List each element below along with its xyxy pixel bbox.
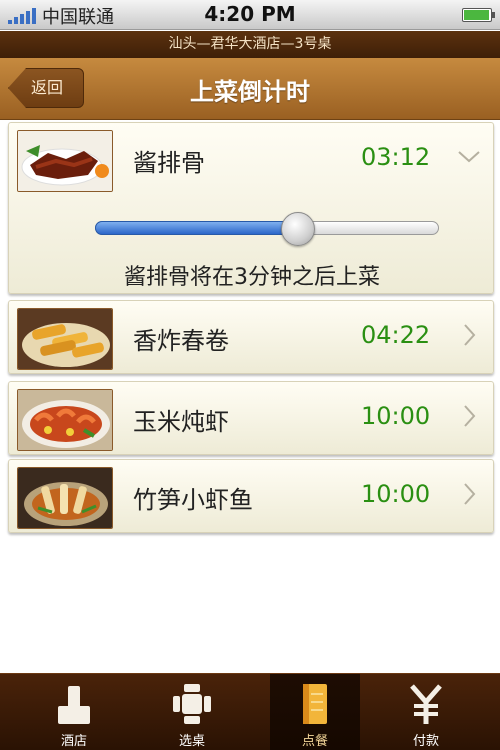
dish-item-expanded[interactable]: 酱排骨 03:12 酱排骨将在3分钟之后上菜	[8, 122, 494, 294]
tab-table[interactable]: 选桌	[147, 674, 237, 750]
nav-bar: 返回 上菜倒计时	[0, 58, 500, 120]
dish-item[interactable]: 玉米炖虾 10:00	[8, 381, 494, 455]
location-label: 汕头—君华大酒店—3号桌	[0, 31, 500, 58]
dish-name: 香炸春卷	[133, 327, 229, 355]
table-icon	[173, 684, 211, 724]
tab-label: 点餐	[301, 734, 328, 749]
menu-icon	[303, 684, 327, 724]
countdown-time: 10:00	[361, 402, 431, 430]
tab-label: 付款	[412, 734, 439, 749]
countdown-time: 03:12	[361, 143, 431, 171]
tab-label: 选桌	[178, 734, 205, 749]
countdown-time: 04:22	[361, 321, 431, 349]
countdown-time: 10:00	[361, 480, 431, 508]
tab-label: 酒店	[60, 734, 87, 749]
dish-name: 竹笋小虾鱼	[133, 486, 253, 514]
dish-item[interactable]: 香炸春卷 04:22	[8, 300, 494, 374]
serve-time-note: 酱排骨将在3分钟之后上菜	[124, 265, 380, 290]
hotel-icon	[58, 686, 90, 724]
tab-order[interactable]: 点餐	[270, 674, 360, 750]
dish-photo	[17, 389, 113, 451]
tab-payment[interactable]: 付款	[381, 674, 471, 750]
dish-photo	[17, 308, 113, 370]
tab-bar: 酒店 选桌 点餐 付款	[0, 673, 500, 750]
dish-photo	[17, 130, 113, 192]
tab-hotel[interactable]: 酒店	[29, 674, 119, 750]
dish-photo	[17, 467, 113, 529]
yen-icon	[410, 684, 442, 724]
dish-name: 玉米炖虾	[133, 408, 229, 436]
dish-name: 酱排骨	[133, 149, 205, 177]
chevron-right-icon[interactable]	[457, 482, 481, 506]
status-bar: 中国联通 4:20 PM	[0, 0, 500, 30]
dish-item[interactable]: 竹笋小虾鱼 10:00	[8, 459, 494, 533]
page-title: 上菜倒计时	[190, 78, 310, 106]
chevron-down-icon[interactable]	[457, 145, 481, 169]
status-time: 4:20 PM	[204, 2, 296, 26]
countdown-slider[interactable]	[95, 212, 439, 246]
chevron-right-icon[interactable]	[457, 404, 481, 428]
slider-fill	[95, 221, 298, 235]
battery-icon	[462, 8, 495, 22]
slider-thumb[interactable]	[281, 212, 315, 246]
chevron-right-icon[interactable]	[457, 323, 481, 347]
